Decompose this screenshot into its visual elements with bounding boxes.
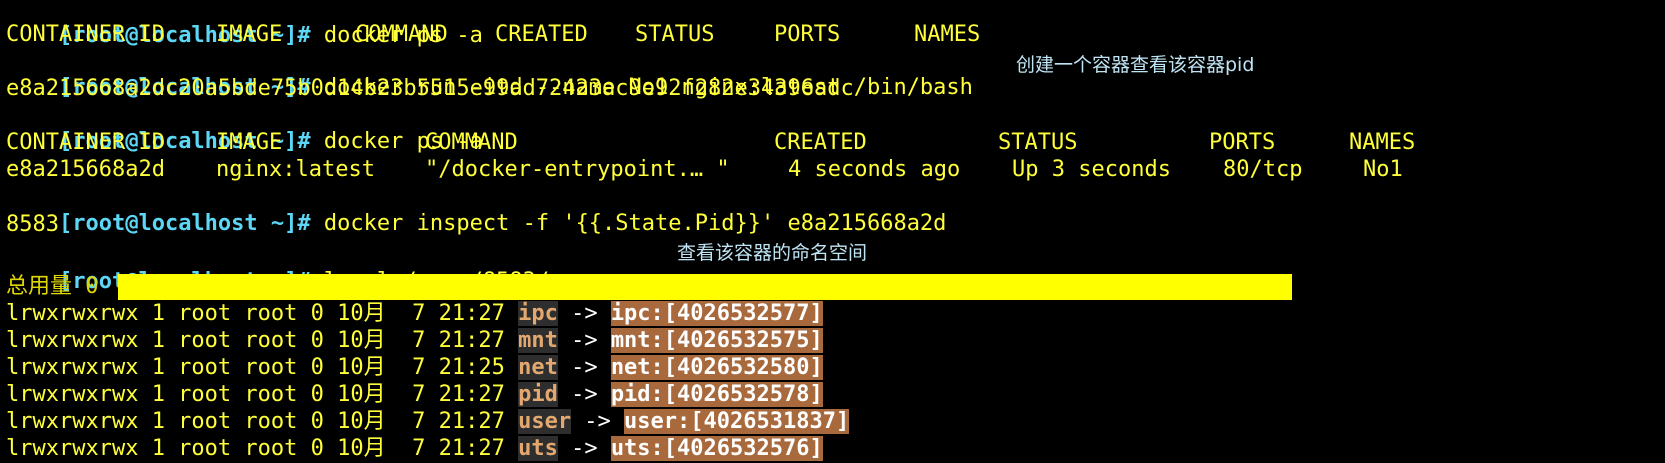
cell-command: "/docker-entrypoint.… " xyxy=(425,157,730,182)
list-item: lrwxrwxrwx 1 root root 0 10月 7 21:27 use… xyxy=(6,409,850,435)
header-created: CREATED xyxy=(495,22,588,47)
total-output: 总用量 0 xyxy=(6,274,99,299)
cell-container-id: e8a215668a2d xyxy=(6,157,165,182)
cell-ports: 80/tcp xyxy=(1223,157,1303,182)
header-status: STATUS xyxy=(635,22,715,47)
table-row: e8a215668a2d nginx:latest "/docker-entry… xyxy=(6,157,1436,183)
ns-permissions: lrwxrwxrwx 1 root root 0 10月 7 21:27 xyxy=(6,301,519,326)
cell-created: 4 seconds ago xyxy=(788,157,961,182)
header-status: STATUS xyxy=(998,130,1078,155)
ns-link-target: user:[4026531837] xyxy=(624,409,850,434)
ns-arrow: -> xyxy=(557,301,611,326)
ns-link-target: uts:[4026532576] xyxy=(610,436,823,461)
ns-link-target: net:[4026532580] xyxy=(610,355,823,380)
annotation-view-namespace: 查看该容器的命名空间 xyxy=(677,242,868,264)
ns-permissions: lrwxrwxrwx 1 root root 0 10月 7 21:27 xyxy=(6,436,519,461)
ns-permissions: lrwxrwxrwx 1 root root 0 10月 7 21:25 xyxy=(6,355,519,380)
cell-names: No1 xyxy=(1363,157,1403,182)
header-image: IMAGE xyxy=(216,22,283,47)
ns-permissions: lrwxrwxrwx 1 root root 0 10月 7 21:27 xyxy=(6,382,519,407)
ns-arrow: -> xyxy=(557,436,611,461)
list-item: lrwxrwxrwx 1 root root 0 10月 7 21:25 net… xyxy=(6,355,823,381)
cell-image: nginx:latest xyxy=(216,157,375,182)
table-header: CONTAINER ID IMAGE COMMAND CREATED STATU… xyxy=(6,130,1436,156)
terminal-line: [root@localhost ~]# docker ps -a xyxy=(6,103,483,154)
header-names: NAMES xyxy=(1349,130,1416,155)
ns-link-name: ipc xyxy=(518,301,558,326)
ns-link-name: mnt xyxy=(518,328,558,353)
command-text: docker inspect -f '{{.State.Pid}}' e8a21… xyxy=(323,211,947,236)
ns-arrow: -> xyxy=(571,409,625,434)
ns-link-name: pid xyxy=(518,382,558,407)
ns-link-target: mnt:[4026532575] xyxy=(610,328,823,353)
table-header: CONTAINER ID IMAGE COMMAND CREATED STATU… xyxy=(6,22,1006,48)
ns-permissions: lrwxrwxrwx 1 root root 0 10月 7 21:27 xyxy=(6,409,519,434)
cell-status: Up 3 seconds xyxy=(1012,157,1171,182)
ns-link-target: pid:[4026532578] xyxy=(610,382,823,407)
list-item: lrwxrwxrwx 1 root root 0 10月 7 21:27 pid… xyxy=(6,382,823,408)
ns-arrow: -> xyxy=(557,328,611,353)
header-container-id: CONTAINER ID xyxy=(6,22,165,47)
header-command: COMMAND xyxy=(355,22,448,47)
container-hash-output: e8a215668a2dc20a5bde75b0d14b23b5515e99ad… xyxy=(6,76,854,101)
ns-permissions: lrwxrwxrwx 1 root root 0 10月 7 21:27 xyxy=(6,328,519,353)
ns-arrow: -> xyxy=(557,355,611,380)
header-container-id: CONTAINER ID xyxy=(6,130,165,155)
ns-link-name: net xyxy=(518,355,558,380)
header-created: CREATED xyxy=(774,130,867,155)
pid-output: 8583 xyxy=(6,212,59,237)
header-ports: PORTS xyxy=(1209,130,1276,155)
list-item: lrwxrwxrwx 1 root root 0 10月 7 21:27 mnt… xyxy=(6,328,823,354)
header-ports: PORTS xyxy=(774,22,841,47)
shell-prompt: [root@localhost ~]# xyxy=(58,211,311,236)
annotation-create-container: 创建一个容器查看该容器pid xyxy=(1016,54,1255,76)
header-image: IMAGE xyxy=(216,130,283,155)
terminal-line: [root@localhost ~]# docker run -itd --na… xyxy=(6,49,973,100)
ns-link-name: user xyxy=(518,409,572,434)
terminal-window[interactable]: [root@localhost ~]# docker ps -a CONTAIN… xyxy=(0,0,1665,463)
ns-link-name: uts xyxy=(518,436,558,461)
terminal-line: [root@localhost ~]# docker inspect -f '{… xyxy=(6,185,946,236)
header-command: COMMAND xyxy=(425,130,518,155)
ns-link-target: ipc:[4026532577] xyxy=(610,301,823,326)
list-item: lrwxrwxrwx 1 root root 0 10月 7 21:27 ipc… xyxy=(6,301,823,327)
header-names: NAMES xyxy=(914,22,981,47)
terminal-line: [root@localhost ~]# ls -l /proc/8583/ns xyxy=(6,243,576,294)
terminal-line: [root@localhost ~]# docker ps -a xyxy=(6,0,483,48)
list-item: lrwxrwxrwx 1 root root 0 10月 7 21:27 uts… xyxy=(6,436,823,462)
ns-arrow: -> xyxy=(557,382,611,407)
selection-highlight xyxy=(118,274,1292,300)
